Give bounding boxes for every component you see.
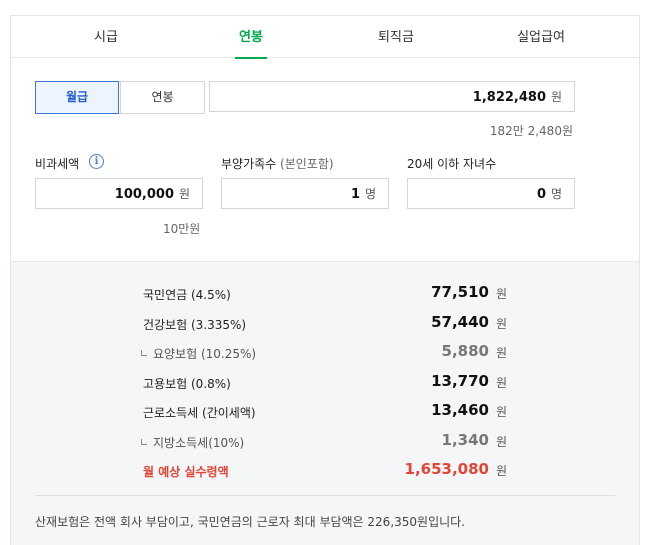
tab-severance[interactable]: 퇴직금 xyxy=(356,16,436,58)
annual-toggle-button[interactable]: 연봉 xyxy=(120,82,204,113)
result-value: 13,460 xyxy=(431,401,489,419)
result-label: 지방소득세(10%) xyxy=(141,434,244,451)
result-label-text: 요양보험 (10.25%) xyxy=(153,347,257,361)
result-unit: 원 xyxy=(496,405,508,419)
result-row-pension: 국민연금 (4.5%) 77,510 원 xyxy=(11,283,639,305)
result-row-total: 월 예상 실수령액 1,653,080 원 xyxy=(11,460,639,482)
result-row-health: 건강보험 (3.335%) 57,440 원 xyxy=(11,313,639,335)
monthly-toggle-button[interactable]: 월급 xyxy=(35,81,119,114)
result-value: 57,440 xyxy=(431,313,489,331)
tab-annual[interactable]: 연봉 xyxy=(211,16,291,58)
result-label: 건강보험 (3.335%) xyxy=(143,318,247,332)
calculator-card: 시급 연봉 퇴직금 실업급여 월급 연봉 1,822,480 원 182만 2,… xyxy=(10,15,640,545)
result-unit: 원 xyxy=(496,376,508,390)
dependents-label-note: (본인포함) xyxy=(280,157,334,171)
result-row-longterm-care: 요양보험 (10.25%) 5,880 원 xyxy=(11,342,639,364)
salary-hint: 182만 2,480원 xyxy=(489,124,573,138)
result-panel: 국민연금 (4.5%) 77,510 원 건강보험 (3.335%) 57,44… xyxy=(11,261,639,545)
result-label: 요양보험 (10.25%) xyxy=(141,345,256,362)
result-label-text: 지방소득세(10%) xyxy=(153,436,245,450)
salary-value: 1,822,480 xyxy=(472,90,546,105)
dependents-value: 1 xyxy=(350,187,360,202)
result-unit: 원 xyxy=(496,435,508,449)
result-unit: 원 xyxy=(496,287,508,301)
children-unit: 명 xyxy=(550,187,562,201)
total-unit: 원 xyxy=(496,464,508,478)
result-value: 77,510 xyxy=(431,283,489,301)
dependents-label: 부양가족수 (본인포함) xyxy=(221,155,334,172)
calculator-tabs: 시급 연봉 퇴직금 실업급여 xyxy=(11,16,639,58)
children-input[interactable]: 0 명 xyxy=(407,178,575,209)
result-label: 고용보험 (0.8%) xyxy=(143,377,231,391)
salary-unit: 원 xyxy=(550,90,562,104)
nontaxable-hint: 10만원 xyxy=(163,222,201,236)
total-value: 1,653,080 xyxy=(404,460,489,478)
insurance-note: 산재보험은 전액 회사 부담이고, 국민연금의 근로자 최대 부담액은 226,… xyxy=(35,515,466,529)
result-label: 국민연금 (4.5%) xyxy=(143,288,231,302)
info-icon[interactable]: i xyxy=(89,154,104,169)
result-unit: 원 xyxy=(496,317,508,331)
salary-input[interactable]: 1,822,480 원 xyxy=(209,81,575,112)
result-value: 5,880 xyxy=(441,342,489,360)
tab-hourly[interactable]: 시급 xyxy=(66,16,146,58)
dependents-label-text: 부양가족수 xyxy=(221,157,277,171)
sub-item-corner-icon xyxy=(141,439,147,445)
pay-type-toggle: 월급 연봉 xyxy=(35,81,205,114)
result-row-employment: 고용보험 (0.8%) 13,770 원 xyxy=(11,372,639,394)
nontaxable-unit: 원 xyxy=(178,187,190,201)
dependents-input[interactable]: 1 명 xyxy=(221,178,389,209)
sub-item-corner-icon xyxy=(141,350,147,356)
children-label: 20세 이하 자녀수 xyxy=(407,157,497,171)
nontaxable-label: 비과세액 xyxy=(35,157,80,171)
result-value: 1,340 xyxy=(441,431,489,449)
result-row-income-tax: 근로소득세 (간이세액) 13,460 원 xyxy=(11,401,639,423)
result-unit: 원 xyxy=(496,346,508,360)
dependents-unit: 명 xyxy=(364,187,376,201)
result-label: 근로소득세 (간이세액) xyxy=(143,406,256,420)
nontaxable-value: 100,000 xyxy=(114,187,174,202)
tab-unemployment[interactable]: 실업급여 xyxy=(501,16,581,58)
result-divider xyxy=(35,495,615,496)
children-value: 0 xyxy=(536,187,546,202)
result-row-local-tax: 지방소득세(10%) 1,340 원 xyxy=(11,431,639,453)
nontaxable-input[interactable]: 100,000 원 xyxy=(35,178,203,209)
total-label: 월 예상 실수령액 xyxy=(143,465,229,479)
result-value: 13,770 xyxy=(431,372,489,390)
